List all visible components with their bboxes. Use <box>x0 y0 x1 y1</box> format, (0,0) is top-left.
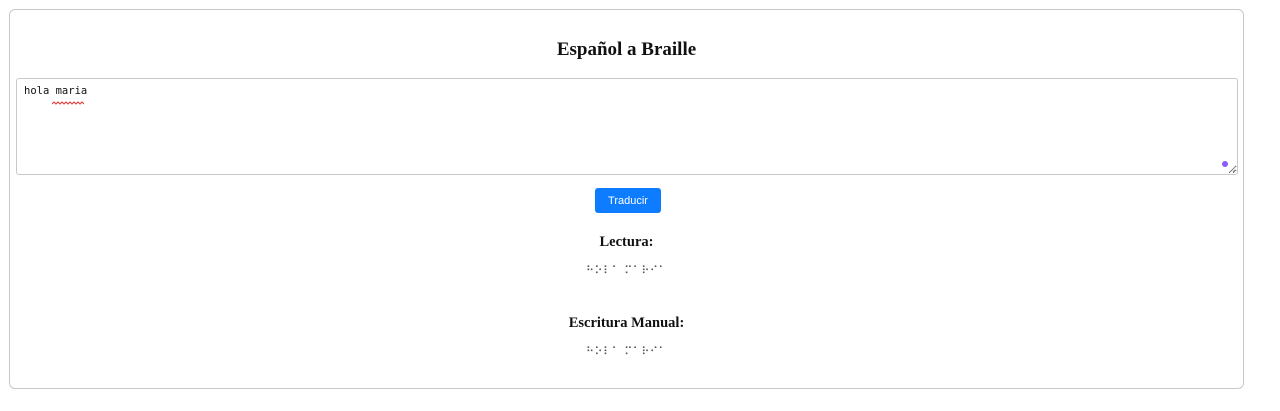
reading-label: Lectura: <box>599 234 654 250</box>
writing-label: Escritura Manual: <box>568 315 685 331</box>
writing-braille-output: ⠓⠕⠇⠁ ⠍⠁⠗⠊⠁ <box>585 345 667 358</box>
reading-braille-output: ⠓⠕⠇⠁ ⠍⠁⠗⠊⠁ <box>585 264 667 277</box>
spanish-text-input[interactable] <box>16 78 1238 175</box>
text-input-container <box>16 78 1238 175</box>
translator-card: Español a Braille Traducir Lectura: ⠓⠕⠇⠁… <box>9 9 1244 389</box>
page-title: Español a Braille <box>556 39 697 60</box>
translate-button[interactable]: Traducir <box>595 188 661 213</box>
grammar-assistant-icon[interactable] <box>1222 161 1228 167</box>
